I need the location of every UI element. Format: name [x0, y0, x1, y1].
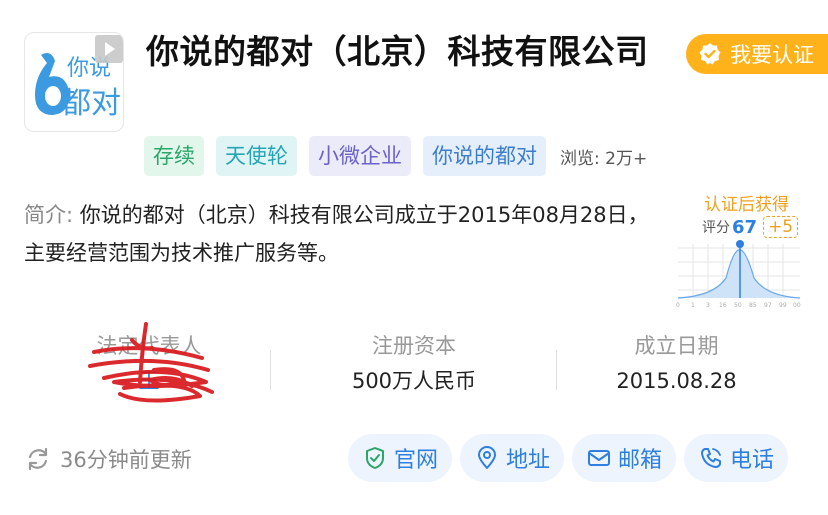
- tag-status[interactable]: 存续: [144, 136, 204, 176]
- updated-text: 36分钟前更新: [60, 448, 192, 472]
- refresh-status[interactable]: 36分钟前更新: [24, 444, 192, 474]
- score-distribution-chart: 0 1 3 16 50 85 97 99 00: [676, 240, 801, 309]
- website-button[interactable]: 官网: [348, 434, 453, 482]
- company-intro: 简介: 你说的都对（北京）科技有限公司成立于2015年08月28日，主要经营范围…: [24, 196, 664, 272]
- score-title: 认证后获得: [704, 195, 789, 215]
- stat-registered-capital: 注册资本 500万人民币: [324, 330, 504, 400]
- tag-company-size[interactable]: 小微企业: [309, 136, 411, 176]
- refresh-icon: [28, 447, 48, 471]
- redaction-scribble: [88, 322, 214, 403]
- tag-brand[interactable]: 你说的都对: [423, 136, 546, 176]
- mail-icon: [588, 450, 611, 466]
- company-name: 你说的都对（北京）科技有限公司: [146, 32, 649, 71]
- score-axis-tick: 3: [706, 302, 710, 309]
- phone-button[interactable]: 电话: [684, 434, 789, 482]
- intro-label: 简介:: [24, 203, 80, 227]
- founded-value: 2015.08.28: [616, 369, 737, 393]
- address-label: 地址: [506, 448, 551, 473]
- check-badge-icon: [699, 43, 721, 65]
- score-axis-tick: 16: [719, 302, 727, 309]
- company-logo: 你说 都对: [24, 32, 124, 132]
- score-card[interactable]: 认证后获得 评分 67 +5 0 1 3 16 50 85 97 99 00: [674, 186, 804, 310]
- intro-text: 你说的都对（北京）科技有限公司成立于2015年08月28日，主要经营范围为技术推…: [24, 203, 649, 265]
- founded-label: 成立日期: [634, 334, 719, 358]
- location-pin-icon: [478, 446, 497, 469]
- logo-text-bottom: 都对: [61, 86, 121, 121]
- email-button[interactable]: 邮箱: [572, 434, 677, 482]
- reg-capital-value: 500万人民币: [351, 369, 477, 393]
- score-axis-tick: 50: [734, 302, 742, 309]
- score-label: 评分: [702, 220, 730, 236]
- tag-funding[interactable]: 天使轮: [216, 136, 297, 176]
- score-value: 67: [732, 216, 758, 238]
- shield-check-icon: [366, 447, 384, 469]
- reg-capital-label: 注册资本: [372, 334, 456, 358]
- score-axis-tick: 00: [793, 302, 801, 309]
- action-bar: 官网 地址 邮箱 电话: [348, 434, 796, 482]
- certify-label: 我要认证: [730, 43, 814, 67]
- phone-label: 电话: [730, 448, 775, 473]
- address-button[interactable]: 地址: [460, 434, 565, 482]
- score-axis-tick: 0: [676, 302, 680, 309]
- tag-row: 存续 天使轮 小微企业 你说的都对 浏览: 2万+: [144, 136, 647, 176]
- score-axis-tick: 85: [749, 302, 757, 309]
- phone-icon: [701, 448, 722, 468]
- stat-founded-date: 成立日期 2015.08.28: [594, 330, 759, 400]
- email-label: 邮箱: [618, 448, 663, 473]
- score-bonus: +5: [763, 216, 799, 238]
- score-axis-tick: 99: [779, 302, 787, 309]
- certify-button[interactable]: 我要认证: [686, 34, 828, 74]
- score-axis-tick: 1: [691, 302, 695, 309]
- key-stats: 法定代表人 王 注册资本 500万人民币 成立日期 2015.08.28: [24, 322, 804, 410]
- website-label: 官网: [394, 448, 439, 473]
- view-count: 浏览: 2万+: [560, 148, 648, 169]
- score-axis-tick: 97: [764, 302, 772, 309]
- score-marker: [736, 240, 744, 248]
